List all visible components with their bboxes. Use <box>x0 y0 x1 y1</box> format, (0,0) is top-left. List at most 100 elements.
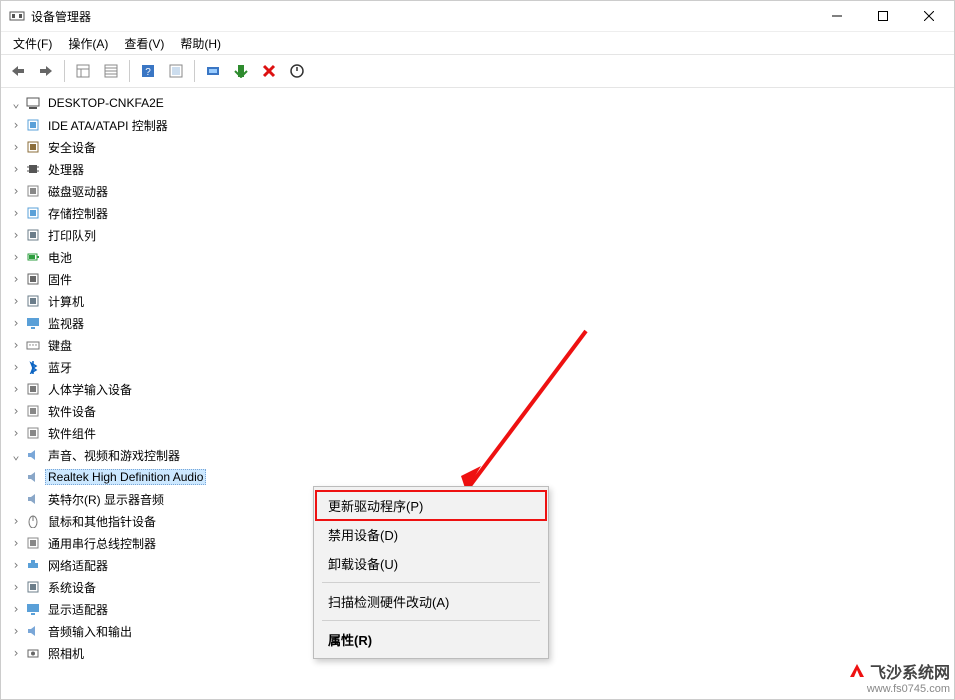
category-computer[interactable]: › 计算机 <box>9 290 954 312</box>
category-label: 计算机 <box>45 292 87 311</box>
speaker-icon <box>25 469 41 485</box>
category-swcomp[interactable]: ›软件组件 <box>9 422 954 444</box>
category-print[interactable]: › 打印队列 <box>9 224 954 246</box>
device-manager-window: 设备管理器 文件(F) 操作(A) 查看(V) 帮助(H) ? ⌄ DESKTO… <box>0 0 955 700</box>
chevron-right-icon[interactable]: › <box>9 338 23 352</box>
system-icon <box>25 579 41 595</box>
storage-icon <box>25 205 41 221</box>
chevron-right-icon[interactable]: › <box>9 118 23 132</box>
show-hide-tree-button[interactable] <box>70 58 96 84</box>
monitor-icon <box>25 315 41 331</box>
menu-file[interactable]: 文件(F) <box>5 33 60 54</box>
menu-separator <box>322 582 540 583</box>
chevron-right-icon[interactable]: › <box>9 228 23 242</box>
menu-help[interactable]: 帮助(H) <box>172 33 229 54</box>
chevron-right-icon[interactable]: › <box>9 404 23 418</box>
device-label: 英特尔(R) 显示器音频 <box>45 490 167 509</box>
chevron-right-icon[interactable]: › <box>9 206 23 220</box>
category-storage[interactable]: ›存储控制器 <box>9 202 954 224</box>
category-swdev[interactable]: ›软件设备 <box>9 400 954 422</box>
category-monitor[interactable]: ›监视器 <box>9 312 954 334</box>
root-label: DESKTOP-CNKFA2E <box>45 95 167 111</box>
device-label: Realtek High Definition Audio <box>45 469 206 485</box>
chevron-right-icon[interactable]: › <box>9 250 23 264</box>
watermark-brand: 飞沙系统网 <box>870 659 950 683</box>
chevron-right-icon[interactable]: › <box>9 558 23 572</box>
category-label: 蓝牙 <box>45 358 75 377</box>
category-label: 电池 <box>45 248 75 267</box>
update-driver-button[interactable] <box>228 58 254 84</box>
speaker-icon <box>25 491 41 507</box>
camera-icon <box>25 645 41 661</box>
menu-view[interactable]: 查看(V) <box>116 33 172 54</box>
category-label: 打印队列 <box>45 226 99 245</box>
chevron-right-icon[interactable]: › <box>9 426 23 440</box>
firmware-icon <box>25 271 41 287</box>
chevron-right-icon[interactable]: › <box>9 536 23 550</box>
back-button[interactable] <box>5 58 31 84</box>
menu-bar: 文件(F) 操作(A) 查看(V) 帮助(H) <box>1 32 954 54</box>
ctx-update[interactable]: 更新驱动程序(P) <box>316 491 546 520</box>
menu-action[interactable]: 操作(A) <box>60 33 116 54</box>
category-battery[interactable]: › 电池 <box>9 246 954 268</box>
device-realtek[interactable]: Realtek High Definition Audio <box>9 466 954 488</box>
forward-button[interactable] <box>33 58 59 84</box>
category-bluetooth[interactable]: › 蓝牙 <box>9 356 954 378</box>
watermark-url: www.fs0745.com <box>848 683 950 695</box>
ctx-properties[interactable]: 属性(R) <box>316 625 546 654</box>
category-label: 声音、视频和游戏控制器 <box>45 446 183 465</box>
category-hid[interactable]: › 人体学输入设备 <box>9 378 954 400</box>
category-label: 通用串行总线控制器 <box>45 534 159 553</box>
chevron-down-icon[interactable]: ⌄ <box>9 448 23 462</box>
properties-button[interactable] <box>98 58 124 84</box>
action-button[interactable] <box>163 58 189 84</box>
title-bar: 设备管理器 <box>1 1 954 32</box>
category-firmware[interactable]: › 固件 <box>9 268 954 290</box>
category-security[interactable]: ›安全设备 <box>9 136 954 158</box>
watermark: 飞沙系统网 www.fs0745.com <box>848 659 950 695</box>
category-keyboard[interactable]: ›键盘 <box>9 334 954 356</box>
swdev-icon <box>25 403 41 419</box>
cpu-icon <box>25 161 41 177</box>
help-button[interactable]: ? <box>135 58 161 84</box>
chevron-right-icon[interactable]: › <box>9 602 23 616</box>
close-button[interactable] <box>906 1 952 31</box>
minimize-button[interactable] <box>814 1 860 31</box>
window-title: 设备管理器 <box>31 8 91 25</box>
ctx-scan[interactable]: 扫描检测硬件改动(A) <box>316 587 546 616</box>
network-icon <box>25 557 41 573</box>
chevron-right-icon[interactable]: › <box>9 184 23 198</box>
category-sound[interactable]: ⌄ 声音、视频和游戏控制器 <box>9 444 954 466</box>
scan-hardware-button[interactable] <box>200 58 226 84</box>
chevron-right-icon[interactable]: › <box>9 580 23 594</box>
chevron-right-icon[interactable]: › <box>9 162 23 176</box>
root-node[interactable]: ⌄ DESKTOP-CNKFA2E <box>9 92 954 114</box>
ctx-disable[interactable]: 禁用设备(D) <box>316 520 546 549</box>
category-label: 固件 <box>45 270 75 289</box>
category-ide[interactable]: ›IDE ATA/ATAPI 控制器 <box>9 114 954 136</box>
maximize-button[interactable] <box>860 1 906 31</box>
chevron-right-icon[interactable]: › <box>9 514 23 528</box>
chevron-down-icon[interactable]: ⌄ <box>9 96 23 110</box>
swcomp-icon <box>25 425 41 441</box>
menu-separator <box>322 620 540 621</box>
usb-icon <box>25 535 41 551</box>
category-cpu[interactable]: ›处理器 <box>9 158 954 180</box>
chevron-right-icon[interactable]: › <box>9 316 23 330</box>
bluetooth-icon <box>25 359 41 375</box>
chevron-right-icon[interactable]: › <box>9 624 23 638</box>
category-disk[interactable]: ›磁盘驱动器 <box>9 180 954 202</box>
chevron-right-icon[interactable]: › <box>9 360 23 374</box>
disable-button[interactable] <box>284 58 310 84</box>
chevron-right-icon[interactable]: › <box>9 382 23 396</box>
category-label: 鼠标和其他指针设备 <box>45 512 159 531</box>
ide-icon <box>25 117 41 133</box>
ctx-uninstall[interactable]: 卸载设备(U) <box>316 549 546 578</box>
hid-icon <box>25 381 41 397</box>
chevron-right-icon[interactable]: › <box>9 294 23 308</box>
uninstall-button[interactable] <box>256 58 282 84</box>
chevron-right-icon[interactable]: › <box>9 272 23 286</box>
category-label: 人体学输入设备 <box>45 380 135 399</box>
chevron-right-icon[interactable]: › <box>9 140 23 154</box>
chevron-right-icon[interactable]: › <box>9 646 23 660</box>
